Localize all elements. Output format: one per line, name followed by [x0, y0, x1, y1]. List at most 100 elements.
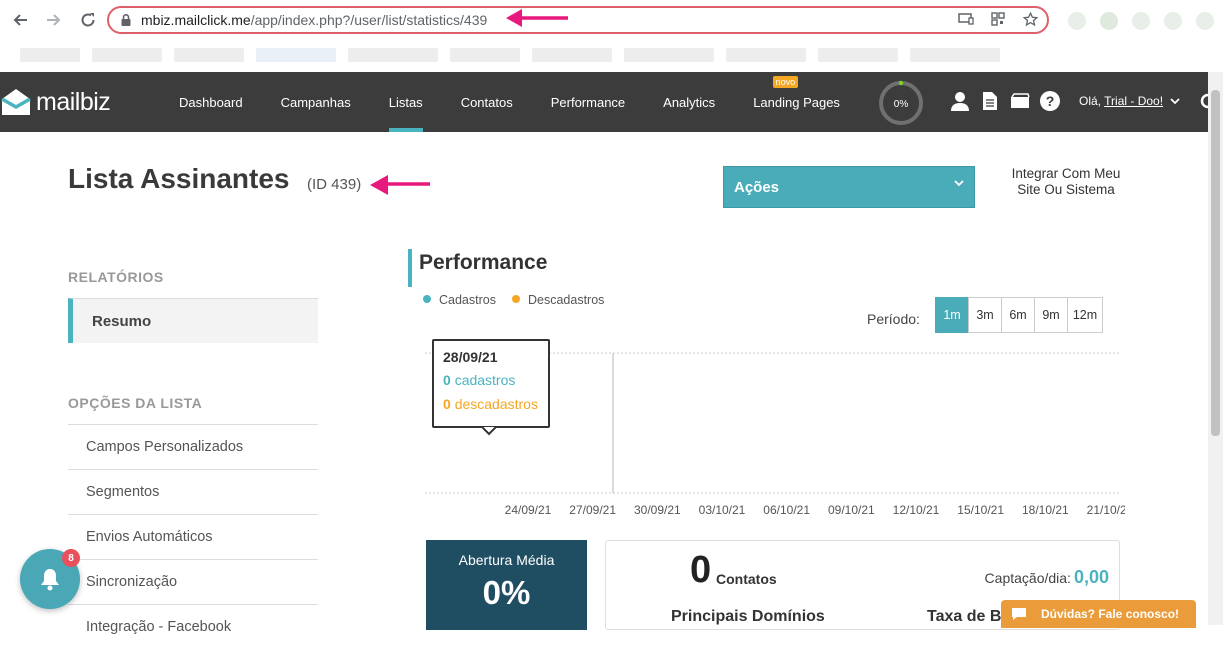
list-options-menu: Campos Personalizados Segmentos Envios A…: [68, 424, 318, 649]
scrollbar-thumb[interactable]: [1211, 90, 1220, 436]
bookmark-item[interactable]: [624, 48, 714, 62]
main-menu: Dashboard Campanhas Listas Contatos Perf…: [160, 72, 859, 132]
menu-label: Landing Pages: [753, 94, 840, 110]
bookmark-item[interactable]: [174, 48, 244, 62]
capture-rate-value: 0,00: [1073, 567, 1109, 587]
sidebar-item-sincronizacao[interactable]: Sincronização: [68, 559, 318, 604]
contacts-label: Contatos: [716, 571, 777, 587]
legend-label: Descadastros: [527, 293, 605, 307]
logo-text: mailbiz: [36, 87, 111, 116]
user-menu[interactable]: Olá, Trial - Doo!: [1079, 94, 1181, 108]
x-tick-label: 06/10/21: [763, 503, 810, 517]
legend-item-descadastros[interactable]: Descadastros: [511, 293, 605, 307]
chevron-down-icon: [1170, 98, 1181, 105]
x-tick-label: 09/10/21: [828, 503, 875, 517]
browser-chrome: mbiz.mailclick.me/app/index.php?/user/li…: [0, 0, 1223, 72]
bookmark-item[interactable]: [450, 48, 520, 62]
menu-label: Listas: [388, 94, 423, 110]
chevron-down-icon: [954, 180, 964, 187]
folder-icon[interactable]: [1010, 90, 1030, 112]
menu-item-performance[interactable]: Performance: [532, 72, 644, 132]
extension-icon[interactable]: [1068, 12, 1086, 30]
period-selector: 1m 3m 6m 9m 12m: [935, 297, 1103, 333]
menu-label: Dashboard: [179, 94, 243, 110]
chart-legend: Cadastros Descadastros: [423, 293, 604, 307]
x-tick-label: 03/10/21: [699, 503, 746, 517]
bookmark-item[interactable]: [726, 48, 806, 62]
bookmark-item[interactable]: [818, 48, 898, 62]
period-button-6m[interactable]: 6m: [1001, 297, 1035, 333]
logo[interactable]: mailbiz: [0, 86, 111, 118]
bell-icon: [41, 569, 59, 591]
open-rate-label: Abertura Média: [458, 552, 555, 568]
cast-icon[interactable]: [957, 12, 975, 30]
sidebar-item-segmentos[interactable]: Segmentos: [68, 469, 318, 514]
help-icon[interactable]: ?: [1040, 90, 1060, 112]
period-button-12m[interactable]: 12m: [1067, 297, 1103, 333]
menu-label: Campanhas: [280, 94, 351, 110]
bookmark-item[interactable]: [910, 48, 1000, 62]
usage-gauge[interactable]: 0%: [878, 80, 924, 126]
new-badge: novo: [772, 76, 799, 88]
annotation-arrow-icon: [370, 175, 430, 195]
section-accent-bar: [408, 249, 412, 287]
extension-icon[interactable]: [1196, 12, 1214, 30]
x-tick-label: 15/10/21: [957, 503, 1004, 517]
svg-text:?: ?: [1046, 93, 1055, 109]
menu-item-campanhas[interactable]: Campanhas: [262, 72, 370, 132]
x-tick-label: 12/10/21: [893, 503, 940, 517]
back-icon[interactable]: [8, 8, 32, 32]
bounce-rate-heading: Taxa de Bo: [927, 608, 1012, 625]
notification-count-badge: 8: [62, 549, 80, 567]
page-title: Lista Assinantes: [68, 163, 290, 194]
menu-item-dashboard[interactable]: Dashboard: [160, 72, 262, 132]
tooltip-cadastros: 0 cadastros: [443, 372, 539, 388]
annotation-arrow-icon: [506, 9, 568, 27]
tooltip-descadastros: 0 descadastros: [443, 396, 539, 412]
document-icon[interactable]: [980, 90, 1000, 112]
legend-item-cadastros[interactable]: Cadastros: [423, 293, 496, 307]
qr-code-icon[interactable]: [989, 12, 1007, 30]
page-scrollbar[interactable]: [1208, 72, 1223, 625]
x-tick-label: 18/10/21: [1022, 503, 1069, 517]
menu-item-landing-pages[interactable]: novo Landing Pages: [734, 72, 859, 132]
user-name[interactable]: Trial - Doo!: [1104, 94, 1163, 108]
extension-icon[interactable]: [1132, 12, 1150, 30]
bookmark-item[interactable]: [20, 48, 80, 62]
menu-item-listas[interactable]: Listas: [370, 72, 442, 132]
capture-rate-label: Captação/dia:: [984, 570, 1071, 586]
period-button-9m[interactable]: 9m: [1034, 297, 1068, 333]
address-bar[interactable]: mbiz.mailclick.me/app/index.php?/user/li…: [107, 6, 1049, 34]
extension-icon[interactable]: [1100, 12, 1118, 30]
bookmark-item[interactable]: [92, 48, 162, 62]
menu-label: Contatos: [460, 94, 513, 110]
bookmark-star-icon[interactable]: [1021, 11, 1039, 30]
menu-item-analytics[interactable]: Analytics: [644, 72, 734, 132]
bookmark-item[interactable]: [256, 48, 336, 62]
user-icon[interactable]: [950, 90, 970, 112]
bookmark-item[interactable]: [348, 48, 438, 62]
x-tick-label: 30/09/21: [634, 503, 681, 517]
reload-icon[interactable]: [76, 8, 100, 32]
actions-dropdown[interactable]: Ações: [723, 166, 975, 208]
sidebar-item-integracao-facebook[interactable]: Integração - Facebook: [68, 604, 318, 649]
menu-item-contatos[interactable]: Contatos: [442, 72, 532, 132]
forward-icon[interactable]: [42, 8, 66, 32]
x-tick-label: 21/10/21: [1087, 503, 1125, 517]
sidebar-item-envios-automaticos[interactable]: Envios Automáticos: [68, 514, 318, 559]
sidebar-item-label: Resumo: [92, 313, 152, 330]
legend-label: Cadastros: [439, 293, 496, 307]
list-id: (ID 439): [307, 176, 362, 193]
sidebar-item-resumo[interactable]: Resumo: [68, 298, 318, 343]
bookmark-item[interactable]: [532, 48, 612, 62]
extension-icon[interactable]: [1164, 12, 1182, 30]
period-button-1m[interactable]: 1m: [935, 297, 969, 333]
greeting-text: Olá,: [1079, 94, 1102, 108]
house-logo-icon: [1, 89, 31, 115]
period-button-3m[interactable]: 3m: [968, 297, 1002, 333]
tooltip-cadastros-value: 0: [443, 372, 451, 388]
integrate-link[interactable]: Integrar Com Meu Site Ou Sistema: [1000, 166, 1132, 198]
sidebar-item-campos-personalizados[interactable]: Campos Personalizados: [68, 424, 318, 469]
chat-button[interactable]: Dúvidas? Fale conosco!: [1001, 600, 1196, 628]
top-domains-heading: Principais Domínios: [671, 608, 825, 625]
